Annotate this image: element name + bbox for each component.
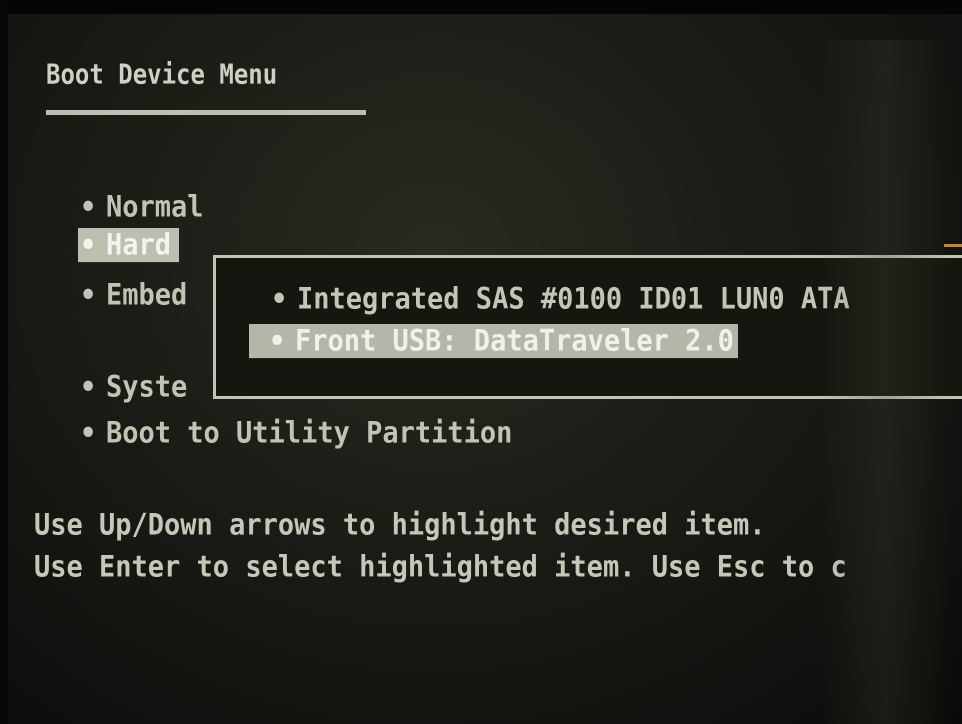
menu-item-label: Normal bbox=[106, 190, 204, 225]
monitor-bezel-top bbox=[0, 0, 962, 14]
submenu-item-label: Integrated SAS #0100 ID01 LUN0 ATA bbox=[297, 282, 850, 317]
bullet-icon: • bbox=[271, 282, 288, 317]
menu-item-label: Boot to Utility Partition bbox=[106, 416, 513, 451]
menu-item-utility-partition[interactable]: • Boot to Utility Partition bbox=[80, 416, 512, 450]
bios-screen: Boot Device Menu • Normal • Hard • Embed • S… bbox=[0, 0, 962, 724]
bullet-icon: • bbox=[80, 416, 97, 451]
menu-item-embed[interactable]: • Embed bbox=[80, 278, 187, 312]
menu-item-normal[interactable]: • Normal bbox=[80, 190, 204, 224]
submenu-item-integrated-sas[interactable]: • Integrated SAS #0100 ID01 LUN0 ATA bbox=[271, 282, 850, 316]
bullet-icon: • bbox=[80, 190, 97, 225]
submenu-item-label: Front USB: DataTraveler 2.0 bbox=[295, 324, 734, 359]
bullet-icon: • bbox=[80, 278, 97, 313]
screen-artifact bbox=[944, 244, 962, 247]
menu-title: Boot Device Menu bbox=[46, 58, 278, 91]
bullet-icon: • bbox=[269, 324, 286, 359]
bullet-icon: • bbox=[80, 370, 97, 405]
menu-item-label: Hard bbox=[106, 228, 172, 263]
menu-item-hard[interactable]: • Hard bbox=[78, 228, 180, 263]
menu-item-label: Embed bbox=[106, 278, 188, 313]
help-text-select: Use Enter to select highlighted item. Us… bbox=[34, 550, 847, 585]
title-underline bbox=[46, 110, 366, 115]
menu-item-system[interactable]: • Syste bbox=[80, 370, 187, 404]
monitor-bezel-left bbox=[0, 0, 8, 724]
submenu-item-front-usb[interactable]: • Front USB: DataTraveler 2.0 bbox=[249, 324, 738, 359]
menu-item-label: Syste bbox=[106, 370, 188, 405]
bullet-icon: • bbox=[80, 228, 97, 263]
hard-drive-submenu: • Integrated SAS #0100 ID01 LUN0 ATA • Fro… bbox=[213, 255, 962, 399]
help-text-navigation: Use Up/Down arrows to highlight desired … bbox=[34, 508, 766, 543]
